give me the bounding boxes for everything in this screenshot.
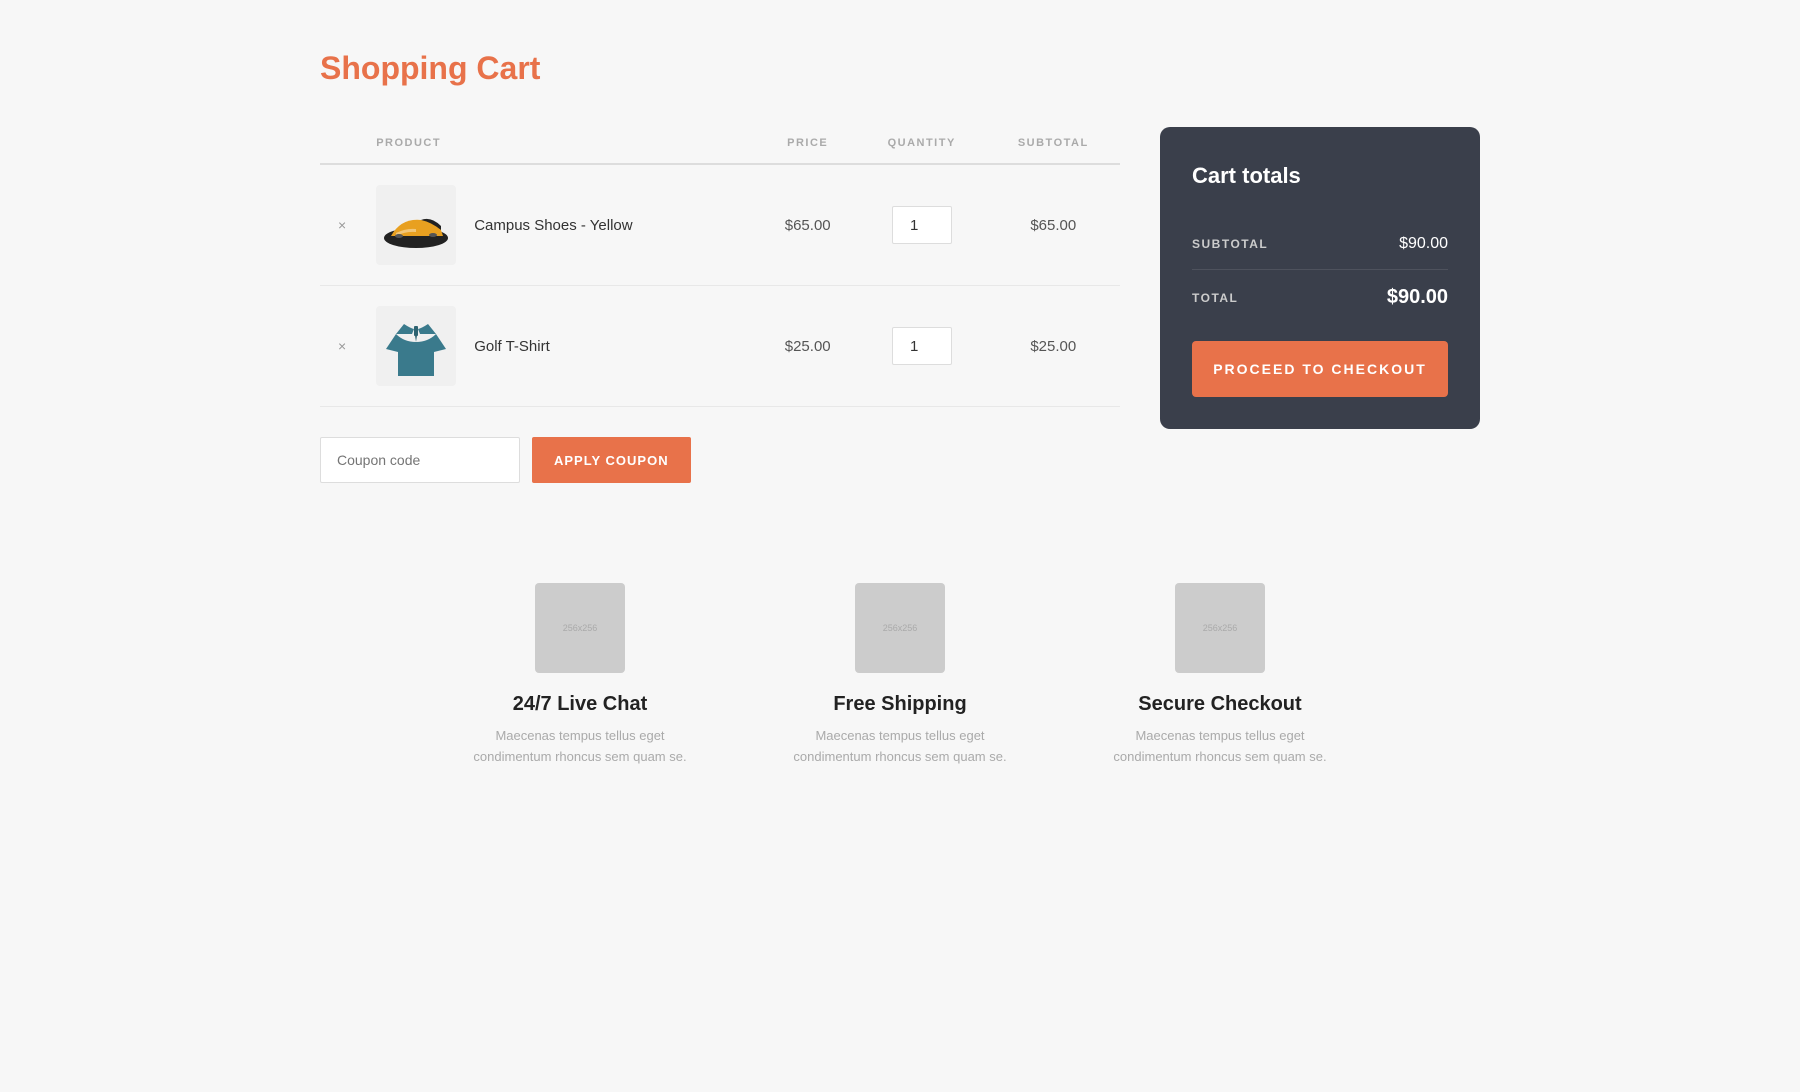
cart-totals-title: Cart totals xyxy=(1192,163,1448,189)
subtotal-cell: $65.00 xyxy=(987,164,1120,286)
feature-title: Free Shipping xyxy=(780,693,1020,716)
product-name: Golf T-Shirt xyxy=(474,338,550,355)
product-name: Campus Shoes - Yellow xyxy=(474,217,632,234)
features-section: 256x256 24/7 Live Chat Maecenas tempus t… xyxy=(320,583,1480,768)
apply-coupon-button[interactable]: APPLY COUPON xyxy=(532,437,691,483)
subtotal-row: SUBTOTAL $90.00 xyxy=(1192,219,1448,270)
col-quantity-header: QUANTITY xyxy=(857,127,987,164)
cart-left: PRODUCT PRICE QUANTITY SUBTOTAL xyxy=(320,127,1120,483)
cart-totals-card: Cart totals SUBTOTAL $90.00 TOTAL $90.00… xyxy=(1160,127,1480,429)
table-row: × Campus Shoes - Yellow $65.00 xyxy=(320,164,1120,286)
subtotal-value: $90.00 xyxy=(1399,235,1448,253)
feature-item-2: 256x256 Secure Checkout Maecenas tempus … xyxy=(1100,583,1340,768)
col-subtotal-header: SUBTOTAL xyxy=(987,127,1120,164)
total-label: TOTAL xyxy=(1192,291,1238,305)
feature-title: Secure Checkout xyxy=(1100,693,1340,716)
feature-description: Maecenas tempus tellus eget condimentum … xyxy=(460,726,700,768)
table-header-row: PRODUCT PRICE QUANTITY SUBTOTAL xyxy=(320,127,1120,164)
cart-table: PRODUCT PRICE QUANTITY SUBTOTAL xyxy=(320,127,1120,407)
feature-image: 256x256 xyxy=(855,583,945,673)
quantity-cell xyxy=(857,286,987,407)
table-row: × Golf T-Shirt $25.00 $25.00 xyxy=(320,286,1120,407)
quantity-input[interactable] xyxy=(892,327,952,365)
product-thumbnail xyxy=(376,185,456,265)
subtotal-label: SUBTOTAL xyxy=(1192,237,1268,251)
col-remove-header xyxy=(320,127,364,164)
feature-description: Maecenas tempus tellus eget condimentum … xyxy=(780,726,1020,768)
coupon-input[interactable] xyxy=(320,437,520,483)
feature-title: 24/7 Live Chat xyxy=(460,693,700,716)
quantity-input[interactable] xyxy=(892,206,952,244)
feature-item-1: 256x256 Free Shipping Maecenas tempus te… xyxy=(780,583,1020,768)
remove-cell: × xyxy=(320,286,364,407)
quantity-cell xyxy=(857,164,987,286)
price-cell: $25.00 xyxy=(759,286,857,407)
price-cell: $65.00 xyxy=(759,164,857,286)
cart-layout: PRODUCT PRICE QUANTITY SUBTOTAL xyxy=(320,127,1480,483)
feature-description: Maecenas tempus tellus eget condimentum … xyxy=(1100,726,1340,768)
title-orange: Cart xyxy=(476,50,540,86)
coupon-row: APPLY COUPON xyxy=(320,437,1120,483)
product-cell: Campus Shoes - Yellow xyxy=(364,164,758,286)
col-price-header: PRICE xyxy=(759,127,857,164)
feature-item-0: 256x256 24/7 Live Chat Maecenas tempus t… xyxy=(460,583,700,768)
remove-item-button[interactable]: × xyxy=(332,215,352,235)
total-row: TOTAL $90.00 xyxy=(1192,270,1448,325)
cart-right: Cart totals SUBTOTAL $90.00 TOTAL $90.00… xyxy=(1160,127,1480,429)
total-value: $90.00 xyxy=(1387,286,1448,309)
product-thumbnail xyxy=(376,306,456,386)
page-title: Shopping Cart xyxy=(320,50,1480,87)
remove-item-button[interactable]: × xyxy=(332,336,352,356)
product-cell: Golf T-Shirt xyxy=(364,286,758,407)
remove-cell: × xyxy=(320,164,364,286)
feature-image: 256x256 xyxy=(1175,583,1265,673)
proceed-to-checkout-button[interactable]: PROCEED TO CHECKOUT xyxy=(1192,341,1448,397)
subtotal-cell: $25.00 xyxy=(987,286,1120,407)
title-black: Shopping xyxy=(320,50,468,86)
col-product-header: PRODUCT xyxy=(364,127,758,164)
feature-image: 256x256 xyxy=(535,583,625,673)
